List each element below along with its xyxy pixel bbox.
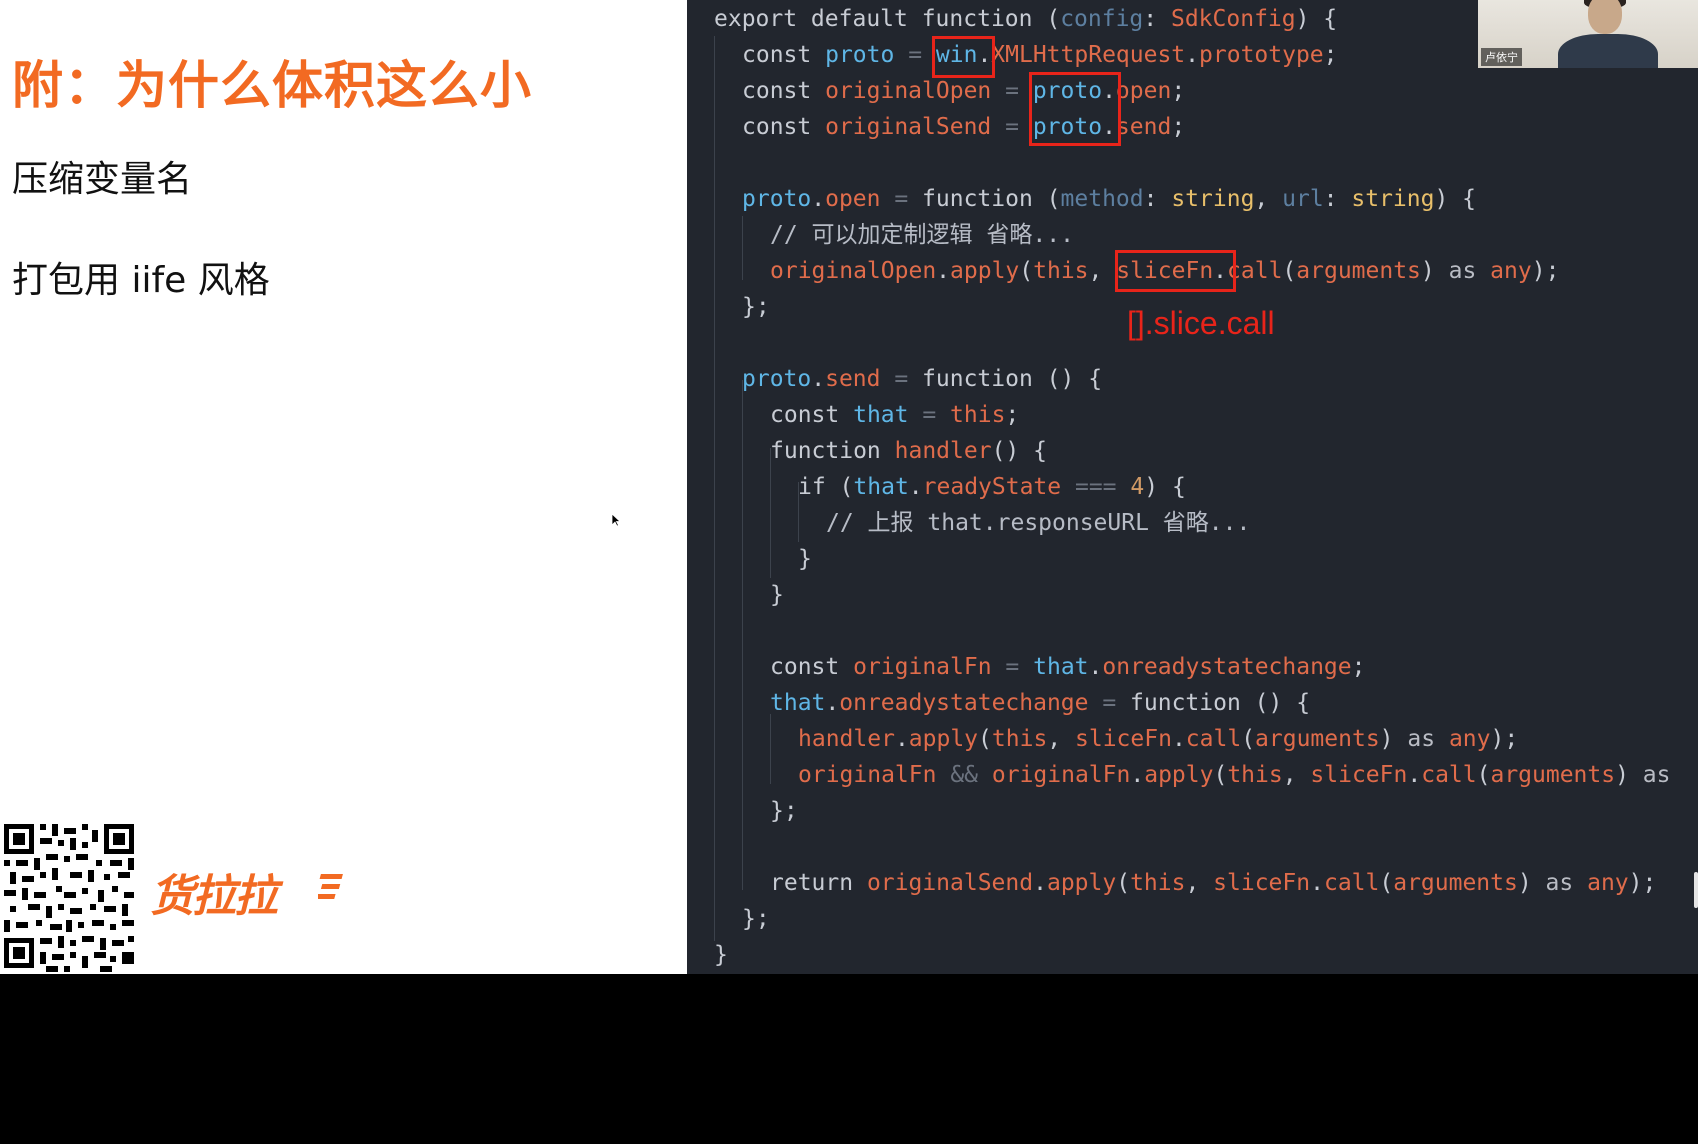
code-line: export default function (config: SdkConf… xyxy=(714,6,1338,32)
code-line: const originalFn = that.onreadystatechan… xyxy=(770,654,1366,680)
participant-name: 卢依宁 xyxy=(1481,48,1522,66)
code-line: }; xyxy=(742,294,770,320)
code-line: proto.send = function () { xyxy=(742,366,1103,392)
person-body xyxy=(1558,34,1658,68)
webcam-video: 卢依宁 xyxy=(1478,0,1698,68)
bullet-compress-variables: 压缩变量名 xyxy=(12,159,193,200)
code-line: } xyxy=(798,546,812,572)
qr-code-icon xyxy=(0,820,138,974)
code-line: handler.apply(this, sliceFn.call(argumen… xyxy=(798,726,1519,752)
highlight-win xyxy=(932,36,995,78)
highlight-proto-open xyxy=(1029,72,1121,146)
code-line: } xyxy=(770,582,784,608)
indent-guide xyxy=(770,714,771,784)
bullet-iife-bundle: 打包用 iife 风格 xyxy=(12,260,270,301)
code-line: } xyxy=(714,942,728,968)
code-comment: // 上报 that.responseURL 省略... xyxy=(826,510,1251,536)
code-editor-panel: export default function (config: SdkConf… xyxy=(687,0,1698,974)
code-line: }; xyxy=(770,798,798,824)
slide-panel: 附：为什么体积这么小 压缩变量名 打包用 iife 风格 货拉拉 xyxy=(0,0,687,974)
slide-title: 附：为什么体积这么小 xyxy=(12,57,533,116)
code-line: }; xyxy=(742,906,770,932)
code-line: return originalSend.apply(this, sliceFn.… xyxy=(770,870,1657,896)
code-comment: // 可以加定制逻辑 省略... xyxy=(770,222,1074,248)
person-head xyxy=(1588,0,1622,34)
code-line: that.onreadystatechange = function () { xyxy=(770,690,1311,716)
speed-lines-icon xyxy=(318,874,343,899)
code-line: function handler() { xyxy=(770,438,1047,464)
code-line: if (that.readyState === 4) { xyxy=(798,474,1186,500)
code-line: const that = this; xyxy=(770,402,1020,428)
code-block: export default function (config: SdkConf… xyxy=(687,0,1671,1144)
highlight-slicefn xyxy=(1115,250,1236,292)
code-line: const proto = win.XMLHttpRequest.prototy… xyxy=(742,42,1338,68)
scroll-handle[interactable] xyxy=(1694,872,1698,908)
brand-logo: 货拉拉 xyxy=(150,871,278,922)
mouse-cursor-icon xyxy=(611,513,621,527)
code-line: proto.open = function (method: string, u… xyxy=(742,186,1477,212)
annotation-slice-call: [].slice.call xyxy=(1127,305,1275,341)
code-line: originalFn && originalFn.apply(this, sli… xyxy=(798,762,1671,788)
